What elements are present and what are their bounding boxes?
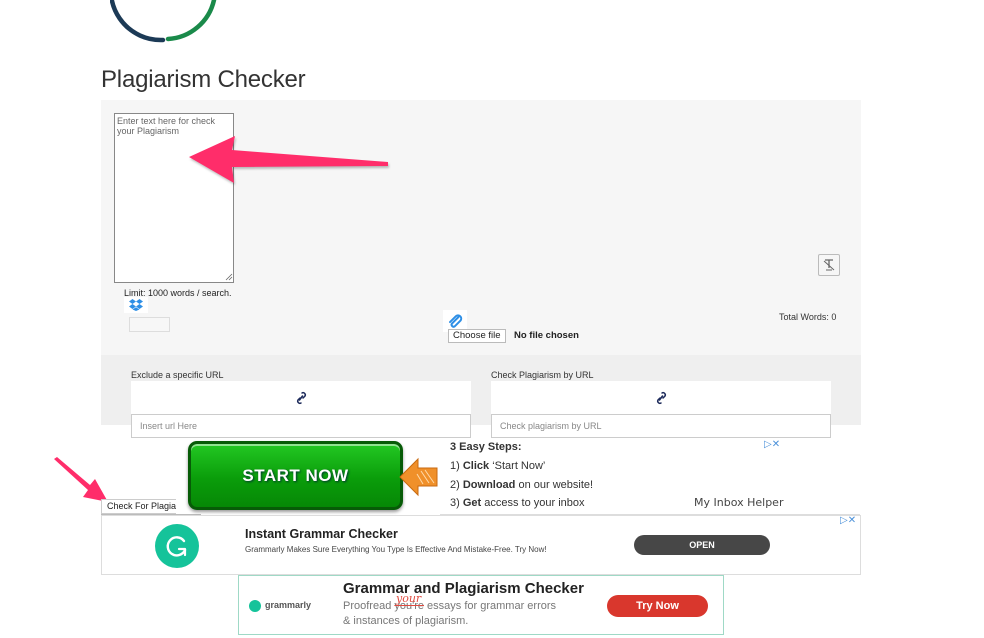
step-text: access to your inbox <box>481 497 585 509</box>
paperclip-icon <box>449 314 463 328</box>
ad-brand-name: My Inbox Helper <box>694 496 784 509</box>
dropbox-button[interactable] <box>124 297 148 313</box>
adchoices-icon[interactable]: ▷✕ <box>764 439 780 450</box>
ad-title: Grammar and Plagiarism Checker <box>343 580 584 597</box>
ad-step: 2) Download on our website! <box>450 479 593 491</box>
clear-format-button[interactable] <box>818 254 840 276</box>
choose-file-button[interactable]: Choose file <box>448 329 506 343</box>
ad-brand-name: grammarly <box>265 600 312 610</box>
resize-grip-icon[interactable] <box>225 273 233 281</box>
ad-struck-text: you're <box>394 600 424 612</box>
annotation-arrow-icon <box>54 457 108 502</box>
check-plagiarism-button[interactable]: Check For Plagia <box>101 499 176 514</box>
dropbox-icon <box>129 299 143 311</box>
ad-step: 1) Click ‘Start Now’ <box>450 460 545 472</box>
ad-description: Proofread you're essays for grammar erro… <box>343 600 556 612</box>
ad-start-now-button[interactable]: START NOW <box>188 441 403 510</box>
site-logo <box>110 0 217 43</box>
grammarly-logo-icon <box>155 524 199 568</box>
total-words-counter: Total Words: 0 <box>779 312 837 322</box>
annotation-arrow-icon <box>189 136 388 183</box>
ad-title[interactable]: Instant Grammar Checker <box>245 527 398 541</box>
step-number: 3) <box>450 497 460 509</box>
ad-description: Grammarly Makes Sure Everything You Type… <box>245 545 547 554</box>
step-text: ‘Start Now’ <box>489 460 546 472</box>
step-keyword: Download <box>462 479 516 491</box>
exclude-url-input[interactable] <box>131 414 471 438</box>
exclude-url-label: Exclude a specific URL <box>131 370 224 380</box>
check-url-link-button[interactable] <box>491 381 831 414</box>
grammarly-logo-icon <box>249 600 261 612</box>
link-icon <box>656 391 667 404</box>
step-number: 1) <box>450 460 460 472</box>
check-url-label: Check Plagiarism by URL <box>491 370 594 380</box>
ad-text: Proofread <box>343 600 395 612</box>
check-url-input[interactable] <box>491 414 831 438</box>
ad-steps-title: 3 Easy Steps: <box>450 441 522 453</box>
step-text: on our website! <box>515 479 594 491</box>
adchoices-icon[interactable]: ▷✕ <box>840 515 856 526</box>
step-keyword: Get <box>462 497 482 509</box>
ad-description: & instances of plagiarism. <box>343 615 469 627</box>
cloud-upload-button[interactable] <box>129 317 170 332</box>
clear-format-icon <box>823 259 835 271</box>
exclude-url-link-button[interactable] <box>131 381 471 414</box>
page-title: Plagiarism Checker <box>101 66 306 93</box>
file-status-text: No file chosen <box>514 330 579 341</box>
link-icon <box>296 391 307 404</box>
ad-open-button[interactable]: OPEN <box>634 535 770 555</box>
ad-try-now-button[interactable]: Try Now <box>607 595 708 617</box>
ad-step: 3) Get access to your inbox <box>450 497 585 509</box>
orange-arrow-icon <box>399 457 438 497</box>
ad-text: essays for grammar errors <box>424 600 557 612</box>
step-number: 2) <box>450 479 460 491</box>
step-keyword: Click <box>462 460 490 472</box>
